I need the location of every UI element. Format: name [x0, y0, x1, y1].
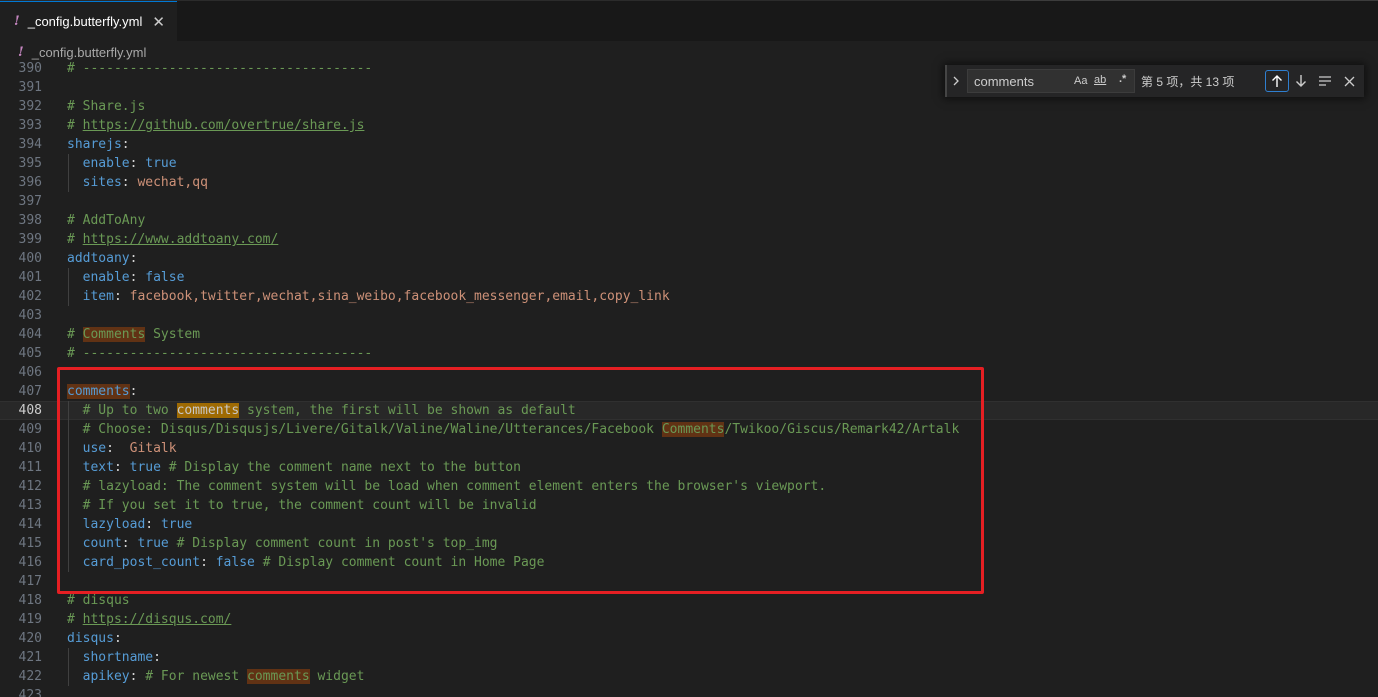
code-line[interactable]: 404 # Comments System [0, 325, 1378, 344]
code-text: # https://www.addtoany.com/ [67, 232, 279, 247]
yaml-file-icon: ! [18, 44, 24, 60]
line-number: 391 [18, 80, 42, 95]
tab-config-file[interactable]: ! _config.butterfly.yml ✕ [0, 1, 177, 41]
line-number: 410 [18, 441, 42, 456]
line-number: 420 [18, 631, 42, 646]
code-text: addtoany: [67, 251, 138, 266]
code-text: # Comments System [67, 327, 201, 342]
arrow-up-icon[interactable] [1265, 70, 1289, 92]
code-line[interactable]: 402 item: facebook,twitter,wechat,sina_w… [0, 287, 1378, 306]
code-text: sites: wechat,qq [82, 175, 208, 190]
line-number: 393 [18, 118, 42, 133]
line-number: 418 [18, 593, 42, 608]
line-number: 397 [18, 194, 42, 209]
code-line[interactable]: 405 # -----------------------------------… [0, 344, 1378, 363]
line-number: 417 [18, 574, 42, 589]
code-text: # Share.js [67, 99, 146, 114]
line-number: 390 [18, 61, 42, 76]
line-number: 423 [18, 688, 42, 697]
code-line[interactable]: 397 [0, 192, 1378, 211]
code-text: # ------------------------------------- [67, 346, 373, 361]
line-number: 401 [18, 270, 42, 285]
line-number: 399 [18, 232, 42, 247]
indent-guide [68, 648, 69, 667]
arrow-down-icon[interactable] [1289, 70, 1313, 92]
tab-bar: ! _config.butterfly.yml ✕ [0, 1, 1378, 41]
code-line[interactable]: 419 # https://disqus.com/ [0, 610, 1378, 629]
find-query: comments [974, 73, 1034, 89]
line-number: 407 [18, 384, 42, 399]
code-line[interactable]: 396 sites: wechat,qq [0, 173, 1378, 192]
line-number: 405 [18, 346, 42, 361]
line-number: 402 [18, 289, 42, 304]
line-number: 416 [18, 555, 42, 570]
indent-guide [68, 154, 69, 173]
indent-guide [68, 268, 69, 287]
line-number: 404 [18, 327, 42, 342]
code-line[interactable]: 420 disqus: [0, 629, 1378, 648]
code-line[interactable]: 400 addtoany: [0, 249, 1378, 268]
line-number: 396 [18, 175, 42, 190]
line-number: 394 [18, 137, 42, 152]
line-number: 415 [18, 536, 42, 551]
code-line[interactable]: 401 enable: false [0, 268, 1378, 287]
code-text: # https://github.com/overtrue/share.js [67, 118, 365, 133]
whole-word-button[interactable]: ab [1094, 74, 1106, 86]
line-number: 406 [18, 365, 42, 380]
find-input[interactable]: comments Aa ab .* [967, 69, 1135, 93]
code-text: sharejs: [67, 137, 130, 152]
code-line[interactable]: 398 # AddToAny [0, 211, 1378, 230]
code-line[interactable]: 392 # Share.js [0, 97, 1378, 116]
code-text: apikey: # For newest comments widget [82, 669, 365, 684]
chevron-right-icon[interactable] [947, 74, 965, 89]
code-text: # ------------------------------------- [67, 61, 373, 76]
indent-guide [68, 173, 69, 192]
line-number: 413 [18, 498, 42, 513]
code-line[interactable]: 423 [0, 686, 1378, 697]
line-number: 422 [18, 669, 42, 684]
code-line[interactable]: 422 apikey: # For newest comments widget [0, 667, 1378, 686]
line-number: 392 [18, 99, 42, 114]
match-count: 第 5 项，共 13 项 [1141, 74, 1235, 89]
code-text: shortname: [82, 650, 161, 665]
line-number: 414 [18, 517, 42, 532]
match-case-button[interactable]: Aa [1074, 75, 1087, 87]
regex-button[interactable]: .* [1119, 73, 1126, 85]
code-line[interactable]: 399 # https://www.addtoany.com/ [0, 230, 1378, 249]
line-number: 412 [18, 479, 42, 494]
code-text: enable: true [82, 156, 177, 171]
yaml-file-icon: ! [14, 14, 20, 29]
code-text: enable: false [82, 270, 185, 285]
lines-icon[interactable] [1313, 70, 1337, 92]
line-number: 409 [18, 422, 42, 437]
code-line[interactable]: 403 [0, 306, 1378, 325]
line-number: 398 [18, 213, 42, 228]
code-line[interactable]: 421 shortname: [0, 648, 1378, 667]
code-text: item: facebook,twitter,wechat,sina_weibo… [82, 289, 670, 304]
indent-guide [68, 287, 69, 306]
code-text: # https://disqus.com/ [67, 612, 232, 627]
close-icon[interactable]: ✕ [152, 13, 165, 31]
find-widget: comments Aa ab .* 第 5 项，共 13 项 [945, 65, 1364, 97]
breadcrumb-file[interactable]: _config.butterfly.yml [32, 45, 147, 60]
line-number: 419 [18, 612, 42, 627]
line-number: 395 [18, 156, 42, 171]
indent-guide [68, 667, 69, 686]
line-number: 400 [18, 251, 42, 266]
tab-label: _config.butterfly.yml [27, 14, 143, 29]
close-icon[interactable] [1337, 70, 1361, 92]
highlight-annotation-box [57, 367, 984, 594]
code-text: # AddToAny [67, 213, 146, 228]
line-number: 403 [18, 308, 42, 323]
code-line[interactable]: 394 sharejs: [0, 135, 1378, 154]
line-number: 408 [18, 403, 42, 418]
code-text: disqus: [67, 631, 122, 646]
code-line[interactable]: 395 enable: true [0, 154, 1378, 173]
line-number: 421 [18, 650, 42, 665]
line-number: 411 [18, 460, 42, 475]
code-line[interactable]: 393 # https://github.com/overtrue/share.j… [0, 116, 1378, 135]
